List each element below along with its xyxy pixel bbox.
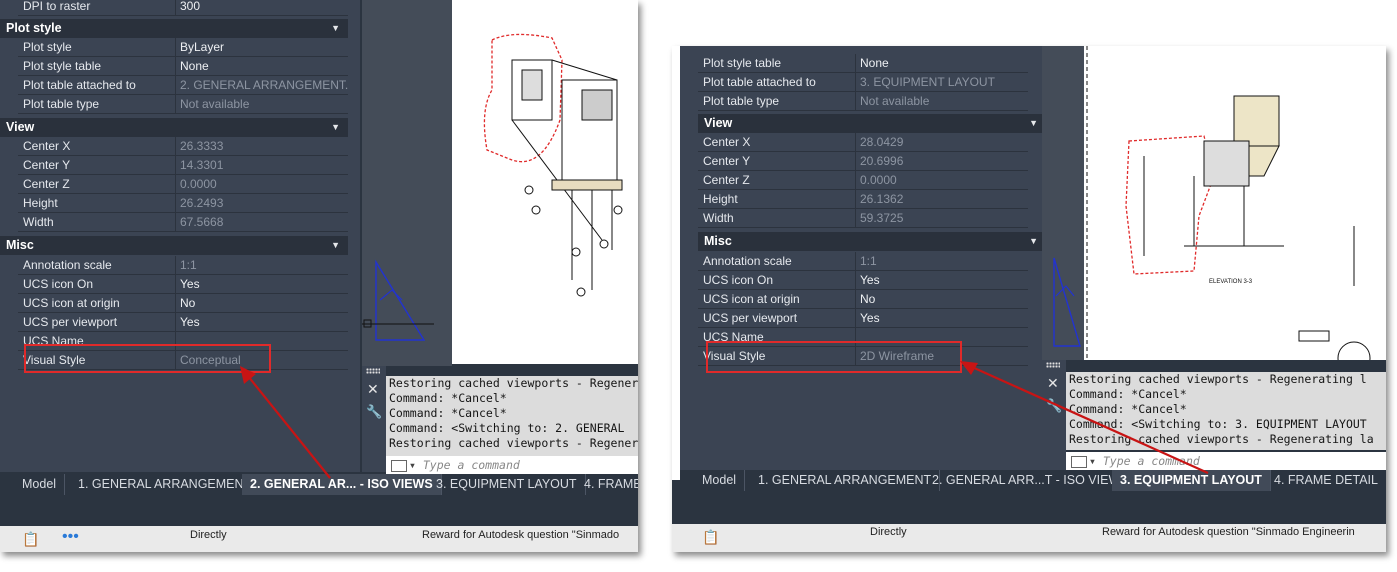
property-row-center-x[interactable]: Center X 26.3333 xyxy=(18,137,348,156)
property-row-center-z[interactable]: Center Z 0.0000 xyxy=(18,175,348,194)
section-header-plot-style[interactable]: Plot style ▼ xyxy=(0,19,348,38)
close-icon[interactable]: ✕ xyxy=(367,381,379,398)
tab-equipment-layout[interactable]: 3. EQUIPMENT LAYOUT xyxy=(428,474,586,495)
property-row-plot-style-table[interactable]: Plot style table None xyxy=(18,57,348,76)
property-row-center-x[interactable]: Center X 28.0429 xyxy=(698,133,1028,152)
tab-general-arrangement[interactable]: 1. GENERAL ARRANGEMENT xyxy=(750,470,941,491)
command-history: Restoring cached viewports - Regenerat C… xyxy=(386,376,638,456)
property-row-ucs-icon-on[interactable]: UCS icon On Yes xyxy=(698,271,1028,290)
status-bar: 📋 Directly Reward for Autodesk question … xyxy=(672,524,1386,552)
status-directly: Directly xyxy=(870,526,907,538)
status-directly: Directly xyxy=(190,529,227,541)
property-row-plot-style-table[interactable]: Plot style table None xyxy=(698,54,1028,73)
property-row-center-y[interactable]: Center Y 14.3301 xyxy=(18,156,348,175)
property-row-ucs-per-viewport[interactable]: UCS per viewport Yes xyxy=(698,309,1028,328)
grip-icon[interactable] xyxy=(366,368,380,374)
section-header-view[interactable]: View ▼ xyxy=(698,114,1046,133)
collapse-icon[interactable]: ▼ xyxy=(1029,232,1038,251)
property-row-dpi[interactable]: DPI to raster 300 xyxy=(18,0,348,16)
property-row-ucs-icon-origin[interactable]: UCS icon at origin No xyxy=(698,290,1028,309)
property-row-plot-table-type[interactable]: Plot table type Not available xyxy=(698,92,1028,111)
background-strip xyxy=(672,46,680,480)
highlight-box-visual-style xyxy=(706,341,962,373)
annotation-arrow-left xyxy=(240,366,331,479)
collapse-icon[interactable]: ▼ xyxy=(331,118,340,137)
paper-space: ELEVATION 3-3 xyxy=(1084,46,1386,360)
section-header-misc[interactable]: Misc ▼ xyxy=(698,232,1046,251)
clipboard-icon[interactable]: 📋 xyxy=(22,531,39,548)
property-row-annotation-scale[interactable]: Annotation scale 1:1 xyxy=(18,256,348,275)
collapse-icon[interactable]: ▼ xyxy=(1029,114,1038,133)
property-row-plot-table-attached[interactable]: Plot table attached to 2. GENERAL ARRANGE… xyxy=(18,76,348,95)
command-prompt-icon[interactable] xyxy=(391,459,407,472)
ucs-icon xyxy=(1053,257,1081,347)
section-header-view[interactable]: View ▼ xyxy=(0,118,348,137)
section-header-misc[interactable]: Misc ▼ xyxy=(0,236,348,255)
equipment-drawing: ELEVATION 3-3 xyxy=(1086,46,1371,360)
property-row-ucs-per-viewport[interactable]: UCS per viewport Yes xyxy=(18,313,348,332)
property-row-ucs-icon-on[interactable]: UCS icon On Yes xyxy=(18,275,348,294)
tab-frame-details[interactable]: 4. FRAME DETAIL xyxy=(1266,470,1386,491)
property-row-center-z[interactable]: Center Z 0.0000 xyxy=(698,171,1028,190)
property-row-center-y[interactable]: Center Y 20.6996 xyxy=(698,152,1028,171)
command-line-sidebar: ✕ 🔧 xyxy=(362,366,386,472)
property-row-plot-table-attached[interactable]: Plot table attached to 3. EQUIPMENT LAYOU… xyxy=(698,73,1028,92)
tab-frame-details[interactable]: 4. FRAME D xyxy=(576,474,638,495)
viewport-area xyxy=(362,230,452,366)
tab-model[interactable]: Model xyxy=(14,474,66,495)
property-row-annotation-scale[interactable]: Annotation scale 1:1 xyxy=(698,252,1028,271)
property-row-width[interactable]: Width 67.5668 xyxy=(18,213,348,232)
wrench-icon[interactable]: 🔧 xyxy=(366,404,382,420)
more-icon[interactable]: ••• xyxy=(62,528,79,546)
command-input[interactable]: ▾ Type a command xyxy=(386,456,638,474)
iso-drawing xyxy=(483,33,623,297)
ucs-icon xyxy=(362,259,434,341)
clipboard-icon[interactable]: 📋 xyxy=(702,529,719,546)
status-bar: 📋 ••• Directly Reward for Autodesk quest… xyxy=(0,526,638,552)
bottom-bar xyxy=(0,496,638,526)
property-row-plot-style[interactable]: Plot style ByLayer xyxy=(18,38,348,57)
status-reward: Reward for Autodesk question "Sinmado xyxy=(422,529,620,541)
drawing-label: ELEVATION 3-3 xyxy=(1209,279,1253,285)
status-reward: Reward for Autodesk question "Sinmado En… xyxy=(1102,526,1355,538)
property-row-plot-table-type[interactable]: Plot table type Not available xyxy=(18,95,348,114)
property-row-height[interactable]: Height 26.2493 xyxy=(18,194,348,213)
paper-space xyxy=(452,0,638,364)
layout-background xyxy=(1042,46,1084,360)
annotation-arrow-right xyxy=(960,361,1209,475)
tab-model[interactable]: Model xyxy=(694,470,746,491)
property-row-height[interactable]: Height 26.1362 xyxy=(698,190,1028,209)
property-row-width[interactable]: Width 59.3725 xyxy=(698,209,1028,228)
collapse-icon[interactable]: ▼ xyxy=(331,236,340,255)
collapse-icon[interactable]: ▼ xyxy=(331,19,340,38)
bottom-bar xyxy=(680,492,1386,524)
property-row-ucs-icon-origin[interactable]: UCS icon at origin No xyxy=(18,294,348,313)
